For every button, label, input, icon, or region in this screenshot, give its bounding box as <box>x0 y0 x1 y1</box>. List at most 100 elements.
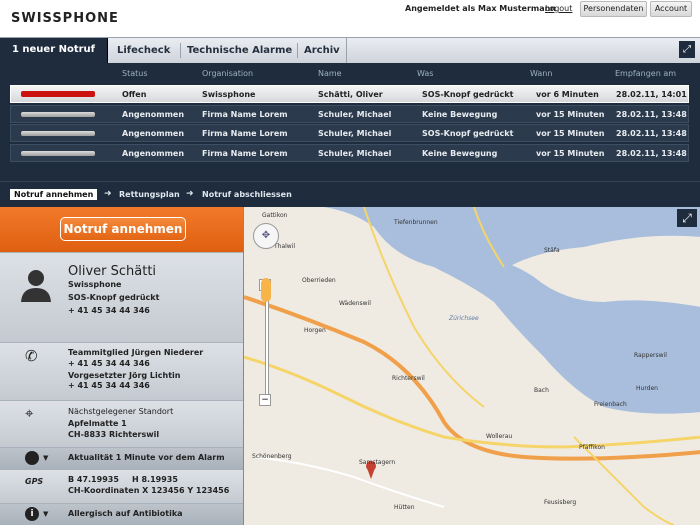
tab-end-divider <box>346 38 347 64</box>
column-header-organisation: Organisation <box>202 69 254 78</box>
map-label: Hütten <box>394 504 415 511</box>
chevron-down-icon: ▼ <box>43 510 49 518</box>
map-label: Zürichsee <box>449 315 479 322</box>
column-header-name: Name <box>318 69 342 78</box>
row-wann: vor 6 Minuten <box>536 90 599 99</box>
row-org: Firma Name Lorem <box>202 129 288 138</box>
workflow-steps: Notruf annehmen ➜ Rettungsplan ➜ Notruf … <box>0 181 700 207</box>
row-status: Angenommen <box>122 149 185 158</box>
top-bar: SWISSPHONE Angemeldet als Max Mustermann… <box>0 0 700 37</box>
row-name: Schuler, Michael <box>318 110 392 119</box>
map-label: Horgen <box>304 327 326 334</box>
allergy-text: Allergisch auf Antibiotika <box>68 509 183 518</box>
column-header-wann: Wann <box>530 69 553 78</box>
map-label: Feusisberg <box>544 499 577 506</box>
alarm-status-bar <box>21 91 95 97</box>
chevron-down-icon: ▼ <box>43 454 49 462</box>
tab-lifecheck[interactable]: Lifecheck <box>109 39 178 64</box>
row-received: 28.02.11, 14:01 <box>616 90 687 99</box>
row-received: 28.02.11, 13:48 <box>616 149 687 158</box>
step-rettungsplan[interactable]: Rettungsplan <box>119 190 180 199</box>
row-was: SOS-Knopf gedrückt <box>422 90 514 99</box>
row-org: Firma Name Lorem <box>202 149 288 158</box>
notruf-annehmen-button[interactable]: Notruf annehmen <box>60 217 186 241</box>
zoom-slider-track[interactable] <box>265 292 269 402</box>
alarm-row[interactable]: Angenommen Firma Name Lorem Schuler, Mic… <box>10 124 689 142</box>
column-header-status: Status <box>122 69 148 78</box>
map-label: Wollerau <box>486 433 513 440</box>
street-view-pegman-icon[interactable] <box>261 278 271 302</box>
phone-icon: ✆ <box>25 347 38 365</box>
person-name: Oliver Schätti <box>68 264 157 279</box>
row-received: 28.02.11, 13:48 <box>616 129 687 138</box>
zoom-out-button[interactable]: − <box>259 394 271 406</box>
logout-link[interactable]: Logout <box>545 4 572 13</box>
gps-ch-coordinates: CH-Koordinaten X 123456 Y 123456 <box>68 486 230 495</box>
person-event: SOS-Knopf gedrückt <box>68 293 160 302</box>
person-phone: + 41 45 34 44 346 <box>68 306 150 315</box>
row-wann: vor 15 Minuten <box>536 149 605 158</box>
step-notruf-abschliessen[interactable]: Notruf abschliessen <box>202 190 292 199</box>
gps-h: H 8.19935 <box>132 475 178 484</box>
map-canvas <box>244 207 700 525</box>
column-header-empfangen: Empfangen am <box>615 69 677 78</box>
tab-technische-alarme[interactable]: Technische Alarme <box>179 39 300 64</box>
clock-icon <box>25 451 39 465</box>
alarm-status-bar <box>21 131 95 136</box>
map-label: Wädenswil <box>339 300 371 307</box>
alarm-status-bar <box>21 151 95 156</box>
personendaten-button[interactable]: Personendaten <box>580 1 647 17</box>
row-status: Angenommen <box>122 129 185 138</box>
location-target-icon: ⌖ <box>25 404 34 422</box>
map-label: Thalwil <box>274 243 296 250</box>
row-name: Schuler, Michael <box>318 129 392 138</box>
map-label: Freienbach <box>594 401 627 408</box>
location-street: Apfelmatte 1 <box>68 419 127 428</box>
contact2-label: Vorgesetzter Jörg Lichtin <box>68 371 181 380</box>
map-pan-control[interactable]: ✥ <box>253 223 279 249</box>
actuality-text: Aktualität 1 Minute vor dem Alarm <box>68 453 225 462</box>
location-title: Nächstgelegener Standort <box>68 407 174 416</box>
row-wann: vor 15 Minuten <box>536 110 605 119</box>
alarm-row[interactable]: Angenommen Firma Name Lorem Schuler, Mic… <box>10 105 689 123</box>
map-label: Richterswil <box>392 375 425 382</box>
step-notruf-annehmen[interactable]: Notruf annehmen <box>10 189 98 200</box>
row-was: Keine Bewegung <box>422 110 498 119</box>
expand-icon[interactable]: ⤢ <box>679 41 695 58</box>
alarm-row[interactable]: Angenommen Firma Name Lorem Schuler, Mic… <box>10 144 689 162</box>
tab-notruf[interactable]: 1 neuer Notruf <box>0 38 108 65</box>
info-icon: i <box>25 507 39 521</box>
row-org: Swissphone <box>202 90 256 99</box>
row-name: Schätti, Oliver <box>318 90 383 99</box>
logged-in-label: Angemeldet als Max Mustermann <box>405 4 557 13</box>
location-city: CH-8833 Richterswil <box>68 430 160 439</box>
map-label: Samstagern <box>359 459 396 466</box>
tab-archiv[interactable]: Archiv <box>296 39 348 64</box>
arrow-icon: ➜ <box>186 189 194 199</box>
contact2-phone: + 41 45 34 44 346 <box>68 381 150 390</box>
fullscreen-icon[interactable]: ⤢ <box>677 209 697 227</box>
map-label: Rapperswil <box>634 352 667 359</box>
row-wann: vor 15 Minuten <box>536 129 605 138</box>
alarm-row[interactable]: Offen Swissphone Schätti, Oliver SOS-Kno… <box>10 85 689 103</box>
gps-b: B 47.19935 <box>68 475 119 484</box>
column-header-was: Was <box>417 69 434 78</box>
contact1-label: Teammitglied Jürgen Niederer <box>68 348 204 357</box>
row-received: 28.02.11, 13:48 <box>616 110 687 119</box>
contact1-phone: + 41 45 34 44 346 <box>68 359 150 368</box>
tab-bar: 1 neuer Notruf Lifecheck Technische Alar… <box>0 37 700 65</box>
alarm-status-bar <box>21 112 95 117</box>
account-button[interactable]: Account <box>650 1 692 17</box>
map-label: Schönenberg <box>252 453 292 460</box>
arrow-icon: ➜ <box>104 189 112 199</box>
map-label: Hurden <box>636 385 658 392</box>
row-status: Offen <box>122 90 147 99</box>
row-name: Schuler, Michael <box>318 149 392 158</box>
map-view[interactable]: Gattikon Thalwil Oberrieden Horgen Schön… <box>243 207 700 525</box>
row-status: Angenommen <box>122 110 185 119</box>
logo: SWISSPHONE <box>11 11 119 26</box>
map-label: Oberrieden <box>302 277 336 284</box>
map-label: Gattikon <box>262 212 288 219</box>
map-label: Tiefenbrunnen <box>394 219 438 226</box>
row-was: Keine Bewegung <box>422 149 498 158</box>
